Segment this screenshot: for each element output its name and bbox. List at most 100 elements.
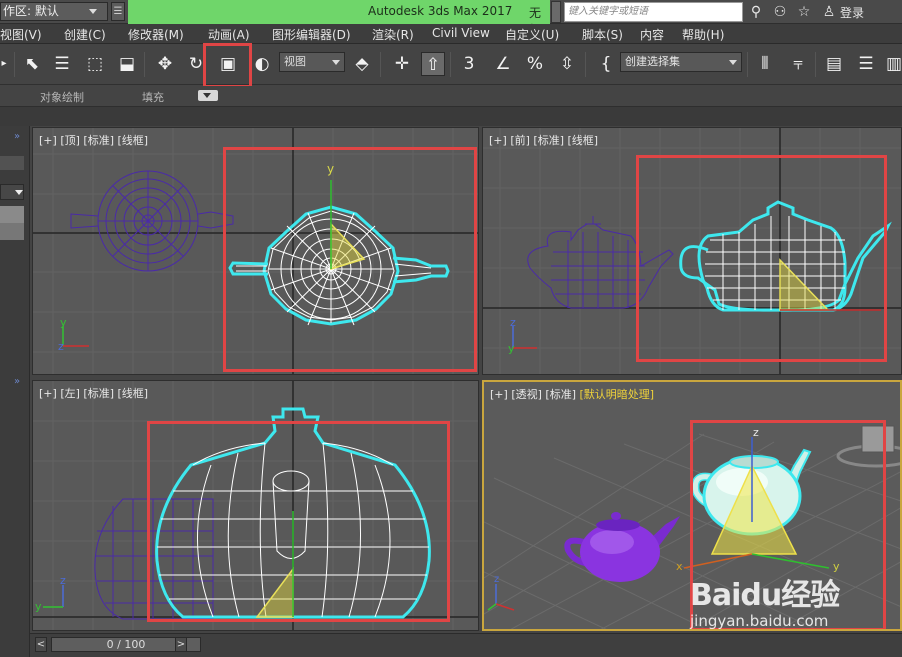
menu-graph-editors[interactable]: 图形编辑器(D) [272,26,351,43]
binoculars-icon[interactable]: ⚲ [747,3,765,21]
viewport-front[interactable]: z y [+] [前] [标准] [线框] [482,127,902,375]
login-button[interactable]: 登录 [840,4,864,21]
viewport-mode[interactable]: [标准] [83,134,114,147]
mirror-icon[interactable]: ⫴ [753,52,777,76]
quick-access-menu-button[interactable]: ☰ [111,2,125,21]
axis-label-x: x [676,560,683,573]
separator [14,52,15,77]
angle-snap-icon[interactable]: ∠ [491,52,515,76]
select-and-place-icon[interactable]: ◐ [250,52,274,76]
menu-rendering[interactable]: 渲染(R) [372,26,414,43]
left-panel: » » [0,126,30,657]
panel-dropdown[interactable] [0,184,24,200]
layer-explorer-icon[interactable]: ☰ [854,52,878,76]
star-icon[interactable]: ☆ [795,3,813,21]
reference-coordinate-label: 视图 [284,55,306,68]
viewport-view-name[interactable]: [透视] [511,388,542,401]
ribbon-toggle-icon[interactable]: ▥ [882,52,902,76]
scene-explorer-icon[interactable]: ▤ [822,52,846,76]
panel-tab[interactable] [0,156,24,170]
viewport-label-front[interactable]: [+] [前] [标准] [线框] [489,132,598,148]
menu-modifiers[interactable]: 修改器(M) [128,26,184,43]
window-crossing-icon[interactable]: ⬓ [115,52,139,76]
viewport-menu[interactable]: [+] [489,134,507,147]
viewport-label-top[interactable]: [+] [顶] [标准] [线框] [39,132,148,148]
viewport-view-name[interactable]: [前] [510,134,530,147]
teapot-purple[interactable] [70,170,234,272]
pivot-center-icon[interactable]: ⬘ [350,52,374,76]
viewport-menu[interactable]: [+] [39,134,57,147]
viewport-shading[interactable]: [线框] [118,387,149,400]
workspace-dropdown[interactable]: 作区: 默认 [0,2,108,21]
viewport-left[interactable]: z y [+] [左] [标准] [线框] [32,380,479,631]
viewport-shading[interactable]: [默认明暗处理] [580,388,655,401]
time-slider: < 0 / 100 > [30,633,902,657]
select-and-manipulate-icon[interactable]: ⇧ [421,52,445,76]
keyboard-shortcut-override-icon[interactable]: ✛ [390,52,414,76]
tripod-label-y: y [35,600,42,613]
tripod-label-z: z [58,340,64,353]
highlight-box [147,421,450,622]
tripod-label-y: y [508,342,515,355]
ribbon-panel-area [0,107,902,126]
select-object-icon[interactable]: ⬉ [20,52,44,76]
separator [450,52,451,77]
viewport-shading[interactable]: [线框] [568,134,599,147]
select-by-name-icon[interactable]: ☰ [50,52,74,76]
ribbon-tab-populate[interactable]: 填充 [142,89,164,105]
highlight-box [636,155,887,362]
spinner-snap-icon[interactable]: ⇳ [555,52,579,76]
menu-content[interactable]: 内容 [640,26,664,43]
next-frame-button[interactable]: > [175,637,187,652]
menu-bar: 视图(V) 创建(C) 修改器(M) 动画(A) 图形编辑器(D) 渲染(R) … [0,24,902,44]
edit-named-selection-icon[interactable]: { [594,52,618,76]
chevron-down-icon [332,60,340,65]
tripod-label-z: z [510,316,516,329]
viewport-label-perspective[interactable]: [+] [透视] [标准] [默认明暗处理] [490,386,654,402]
tripod-x [495,603,515,611]
viewport-menu[interactable]: [+] [490,388,508,401]
named-selection-set-dropdown[interactable]: 创建选择集 [620,52,742,72]
search-input[interactable]: 键入关键字或短语 [564,2,743,22]
viewport-shading[interactable]: [线框] [118,134,149,147]
ribbon: 对象绘制 填充 [0,86,902,107]
previous-frame-button[interactable]: < [35,637,47,652]
menu-view[interactable]: 视图(V) [0,26,42,43]
collapse-arrows-icon[interactable]: » [14,131,20,142]
align-icon[interactable]: ⫧ [786,52,810,76]
panel-item[interactable] [0,223,24,240]
percent-snap-icon[interactable]: % [523,52,547,76]
select-and-move-icon[interactable]: ✥ [153,52,177,76]
menu-scripting[interactable]: 脚本(S) [582,26,623,43]
collapse-arrows-icon[interactable]: » [14,376,20,387]
viewport-mode[interactable]: [标准] [545,388,576,401]
viewport-view-name[interactable]: [左] [60,387,80,400]
viewport-menu[interactable]: [+] [39,387,57,400]
highlight-box-scale-tool [203,43,252,88]
viewport-view-name[interactable]: [顶] [60,134,80,147]
tripod-label-z: z [494,574,499,585]
viewport-mode[interactable]: [标准] [533,134,564,147]
menu-create[interactable]: 创建(C) [64,26,106,43]
menu-civil-view[interactable]: Civil View [432,26,490,40]
viewport-label-left[interactable]: [+] [左] [标准] [线框] [39,385,148,401]
workspace-label: 作区: 默认 [3,4,59,18]
menu-animation[interactable]: 动画(A) [208,26,250,43]
ribbon-tab-object-paint[interactable]: 对象绘制 [40,89,84,105]
viewport-mode[interactable]: [标准] [83,387,114,400]
user-icon[interactable]: ♙ [820,3,838,21]
rectangular-selection-icon[interactable]: ⬚ [83,52,107,76]
reference-coordinate-dropdown[interactable]: 视图 [279,52,345,72]
title-handle[interactable] [551,1,561,23]
separator [380,52,381,77]
viewport-perspective[interactable]: z x y z [+] [透视] [标准] [默认明暗处理] [482,380,902,631]
ribbon-options-dropdown[interactable] [198,90,218,101]
menu-help[interactable]: 帮助(H) [682,26,724,43]
community-icon[interactable]: ⚇ [771,3,789,21]
menu-customize[interactable]: 自定义(U) [505,26,559,43]
viewport-top[interactable]: y y z [+] [顶] [标准] [线框] [32,127,479,375]
panel-item[interactable] [0,206,24,223]
separator [815,52,816,77]
snaps-toggle-icon[interactable]: 3 [457,52,481,76]
app-window: 作区: 默认 ☰ Autodesk 3ds Max 2017 无标题 键入关键字… [0,0,902,657]
